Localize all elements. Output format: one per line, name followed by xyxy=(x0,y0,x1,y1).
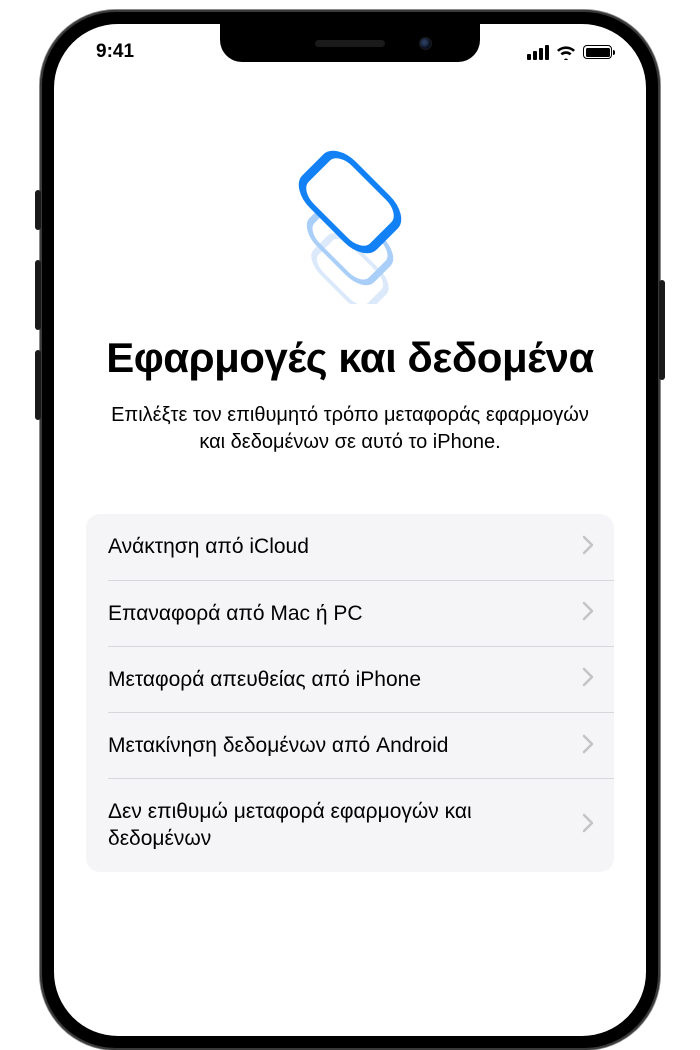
chevron-right-icon xyxy=(582,734,594,759)
volume-up-button xyxy=(35,260,41,330)
option-label: Μετακίνηση δεδομένων από Android xyxy=(108,733,460,759)
phone-frame: 9:41 xyxy=(40,10,660,1050)
page-subtitle: Επιλέξτε τον επιθυμητό τρόπο μεταφοράς ε… xyxy=(54,402,646,456)
chevron-right-icon xyxy=(582,535,594,560)
page-title: Εφαρμογές και δεδομένα xyxy=(54,334,646,382)
front-camera xyxy=(419,37,432,50)
chevron-right-icon xyxy=(582,601,594,626)
status-icons xyxy=(527,37,612,60)
cellular-signal-icon xyxy=(527,45,549,60)
speaker-grille xyxy=(315,40,385,47)
main-content: Εφαρμογές και δεδομένα Επιλέξτε τον επιθ… xyxy=(54,24,646,872)
option-label: Μεταφορά απευθείας από iPhone xyxy=(108,667,433,693)
option-label: Δεν επιθυμώ μεταφορά εφαρμογών και δεδομ… xyxy=(108,799,582,852)
option-restore-mac-pc[interactable]: Επαναφορά από Mac ή PC xyxy=(86,581,614,647)
volume-down-button xyxy=(35,350,41,420)
side-button xyxy=(659,280,665,380)
option-transfer-iphone[interactable]: Μεταφορά απευθείας από iPhone xyxy=(86,647,614,713)
option-label: Ανάκτηση από iCloud xyxy=(108,534,321,560)
status-time: 9:41 xyxy=(88,33,134,63)
apps-data-stack-icon xyxy=(54,144,646,304)
option-dont-transfer[interactable]: Δεν επιθυμώ μεταφορά εφαρμογών και δεδομ… xyxy=(86,779,614,872)
option-label: Επαναφορά από Mac ή PC xyxy=(108,601,375,627)
battery-icon xyxy=(583,45,612,59)
chevron-right-icon xyxy=(582,813,594,838)
wifi-icon xyxy=(556,45,576,60)
notch xyxy=(220,24,480,62)
chevron-right-icon xyxy=(582,667,594,692)
option-move-android[interactable]: Μετακίνηση δεδομένων από Android xyxy=(86,713,614,779)
option-restore-icloud[interactable]: Ανάκτηση από iCloud xyxy=(86,514,614,580)
options-list: Ανάκτηση από iCloud Επαναφορά από Mac ή … xyxy=(86,514,614,872)
screen: 9:41 xyxy=(54,24,646,1036)
mute-switch xyxy=(35,190,41,230)
